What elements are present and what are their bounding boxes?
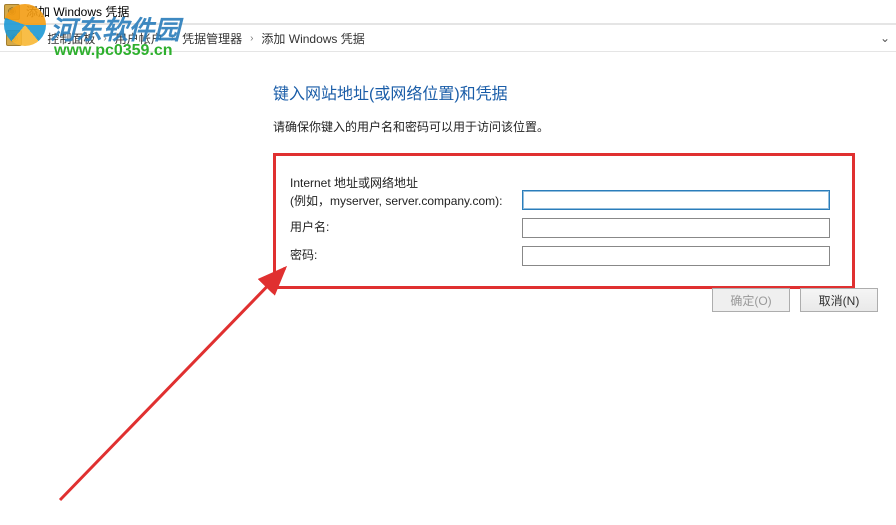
credential-icon: ◉ bbox=[4, 4, 20, 20]
username-label: 用户名: bbox=[290, 220, 329, 234]
ok-button[interactable]: 确定(O) bbox=[712, 288, 790, 312]
breadcrumb: ◉ › 控制面板 › 用户帐户 › 凭据管理器 › 添加 Windows 凭据 … bbox=[0, 24, 896, 52]
chevron-right-icon: › bbox=[171, 33, 174, 44]
window-title: 添加 Windows 凭据 bbox=[26, 3, 129, 20]
annotation-arrow-icon bbox=[40, 250, 300, 510]
page-subheading: 请确保你键入的用户名和密码可以用于访问该位置。 bbox=[273, 118, 896, 135]
titlebar: ◉ 添加 Windows 凭据 bbox=[0, 0, 896, 24]
credential-icon: ◉ bbox=[6, 30, 22, 46]
cancel-button[interactable]: 取消(N) bbox=[800, 288, 878, 312]
breadcrumb-credential-manager[interactable]: 凭据管理器 bbox=[182, 30, 242, 47]
form-row-password: 密码: bbox=[290, 246, 838, 266]
password-input[interactable] bbox=[522, 246, 830, 266]
form-row-username: 用户名: bbox=[290, 218, 838, 238]
dialog-buttons: 确定(O) 取消(N) bbox=[712, 288, 878, 312]
username-input[interactable] bbox=[522, 218, 830, 238]
main-content: 键入网站地址(或网络位置)和凭据 请确保你键入的用户名和密码可以用于访问该位置。… bbox=[0, 52, 896, 289]
chevron-right-icon: › bbox=[250, 33, 253, 44]
form-row-address: Internet 地址或网络地址 (例如，myserver, server.co… bbox=[290, 174, 838, 210]
chevron-down-icon[interactable]: ⌄ bbox=[880, 31, 890, 45]
chevron-right-icon: › bbox=[36, 33, 39, 44]
breadcrumb-add-credential: 添加 Windows 凭据 bbox=[261, 30, 364, 47]
breadcrumb-control-panel[interactable]: 控制面板 bbox=[47, 30, 95, 47]
page-heading: 键入网站地址(或网络位置)和凭据 bbox=[273, 80, 896, 104]
password-label: 密码: bbox=[290, 248, 317, 262]
address-input[interactable] bbox=[522, 190, 830, 210]
breadcrumb-user-accounts[interactable]: 用户帐户 bbox=[115, 30, 163, 47]
chevron-right-icon: › bbox=[103, 33, 106, 44]
form-highlight-box: Internet 地址或网络地址 (例如，myserver, server.co… bbox=[273, 153, 855, 289]
address-label-line1: Internet 地址或网络地址 bbox=[290, 174, 522, 192]
address-label-line2: (例如，myserver, server.company.com): bbox=[290, 192, 522, 210]
